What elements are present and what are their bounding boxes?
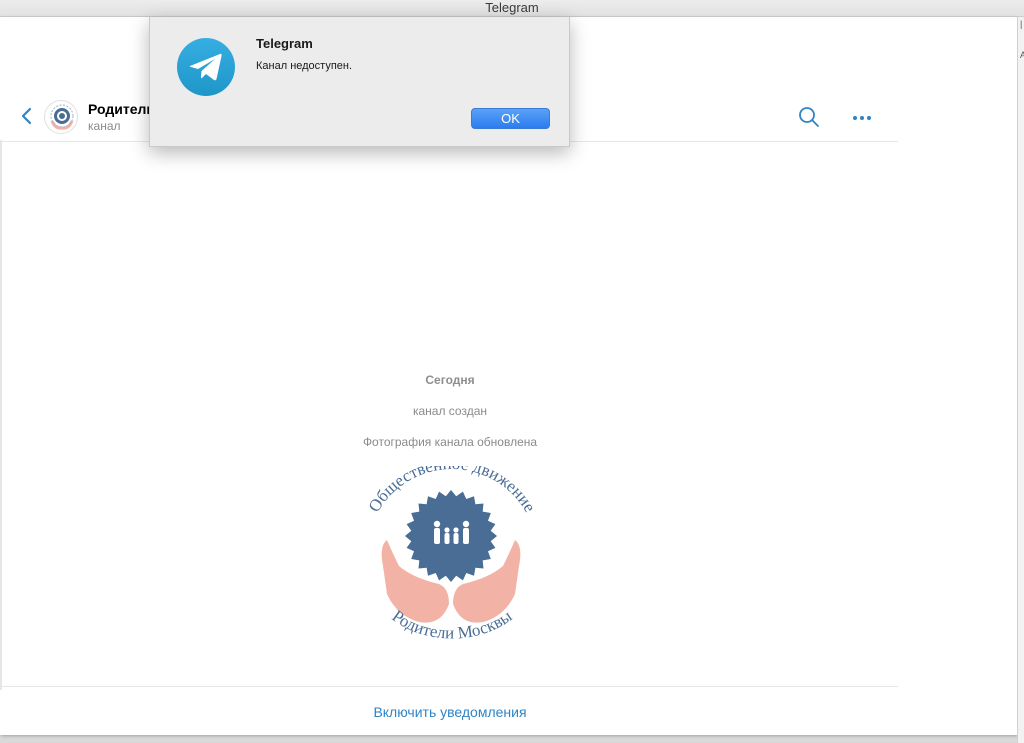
chat-title[interactable]: Родители [88,101,155,117]
back-button[interactable] [18,106,36,126]
ok-button[interactable]: OK [471,108,550,129]
more-options-button[interactable] [850,106,874,130]
window-titlebar: Telegram [0,0,1024,17]
enable-notifications-button[interactable]: Включить уведомления [373,704,526,720]
chevron-left-icon [21,107,32,125]
channel-avatar-logo [50,104,74,130]
background-window-strip: | A [1017,17,1024,743]
strip-mark-bottom: A [1020,50,1024,60]
strip-mark-top: | [1020,19,1023,29]
seal-badge [405,490,497,582]
date-separator: Сегодня [425,373,475,387]
telegram-app-icon [176,37,236,97]
dialog-message: Канал недоступен. [256,60,353,72]
search-icon [799,107,819,127]
service-message-photo-updated: Фотография канала обновлена [362,435,538,449]
bottom-bar: Включить уведомления [2,686,898,735]
search-button[interactable] [797,105,821,129]
more-horizontal-icon [853,116,871,120]
window-title: Telegram [485,0,539,15]
channel-photo[interactable]: Общественное движение Родители Москвы [353,454,549,656]
channel-avatar[interactable] [44,100,78,134]
dialog-title: Telegram [256,36,313,51]
alert-dialog: Telegram Канал недоступен. OK [149,17,570,147]
service-message-created: канал создан [412,404,488,418]
chat-subtitle: канал [88,119,121,133]
channel-logo-image: Общественное движение Родители Москвы [365,454,540,643]
